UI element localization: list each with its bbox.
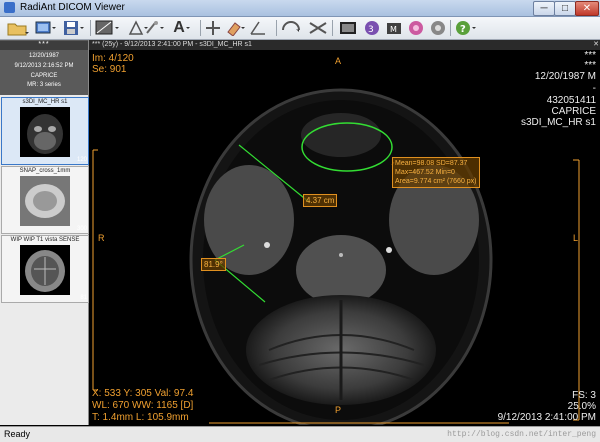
- series-count: 120: [76, 157, 87, 163]
- crosshair-icon[interactable]: [204, 19, 222, 37]
- frame-info: FS: 3: [572, 390, 596, 401]
- series-number: Se: 901: [92, 64, 127, 75]
- study-panel[interactable]: *** 12/20/1987 9/12/2013 2:16:52 PM CAPR…: [0, 40, 88, 95]
- series-label: WIP WIP T1 vista SENSE: [10, 237, 80, 243]
- title-bar: RadiAnt DICOM Viewer ─ □ ✕: [0, 0, 600, 17]
- patient-id: 432051411: [546, 95, 596, 106]
- mip-icon[interactable]: M: [384, 19, 404, 37]
- volume-icon[interactable]: [406, 19, 426, 37]
- roi-area: Area=9.774 cm² (7660 px): [395, 178, 477, 185]
- series-thumbnail: [20, 107, 70, 157]
- study-modality: MR: 3 series: [27, 82, 61, 88]
- toolbar: A 3 M ?: [0, 17, 600, 40]
- zoom-level: 25.0%: [567, 401, 596, 412]
- series-item[interactable]: SNAP_cross_1mm 300: [1, 166, 89, 234]
- window-level: WL: 670 WW: 1165 [D]: [92, 400, 194, 411]
- series-item[interactable]: WIP WIP T1 vista SENSE 81: [1, 235, 89, 303]
- series-label: s3DI_MC_HR s1: [22, 99, 68, 105]
- roi-mean: Mean=98.08 SD=87.37: [395, 160, 468, 167]
- series-count: 300: [76, 226, 87, 232]
- mri-image[interactable]: [89, 50, 600, 425]
- orientation-top: A: [335, 56, 342, 66]
- app-icon: [4, 2, 15, 13]
- study-header: ***: [0, 41, 88, 50]
- series-description: s3DI_MC_HR s1: [520, 117, 596, 128]
- display-layout-icon[interactable]: [34, 19, 58, 37]
- study-datetime: 9/12/2013 2:16:52 PM: [14, 63, 74, 69]
- text-annotation-label: A: [173, 19, 185, 36]
- viewer-header-text: *** (25y) - 9/12/2013 2:41:00 PM - s3DI_…: [92, 41, 252, 48]
- distance-label[interactable]: 4.37 cm: [303, 194, 338, 207]
- orientation-right: L: [573, 233, 579, 243]
- series-thumbnail: [20, 245, 70, 295]
- angle-label[interactable]: 81.9°: [201, 258, 226, 271]
- patient-stars-2: ***: [584, 60, 596, 71]
- text-annotation-icon[interactable]: A: [170, 19, 196, 37]
- slice-thickness: T: 1.4mm L: 105.9mm: [92, 412, 189, 423]
- series-count: 81: [80, 295, 87, 301]
- series-thumbnail: [20, 176, 70, 226]
- study-name: CAPRICE: [30, 73, 58, 79]
- roi-max: Max=467.52 Min=0: [395, 169, 455, 176]
- viewer-close-icon[interactable]: ✕: [593, 40, 599, 50]
- open-folder-icon[interactable]: [6, 19, 30, 37]
- study-birth-date: 12/20/1987: [28, 53, 60, 59]
- svg-text:M: M: [390, 25, 397, 34]
- image-number: Im: 4/120: [92, 53, 134, 64]
- minimize-button[interactable]: ─: [533, 1, 555, 16]
- orientation-left: R: [98, 233, 105, 243]
- grid-icon[interactable]: [306, 19, 330, 37]
- series-label: SNAP_cross_1mm: [19, 168, 71, 174]
- patient-birth: 12/20/1987 M: [534, 71, 596, 82]
- rotate-icon[interactable]: 3: [362, 19, 382, 37]
- close-button[interactable]: ✕: [575, 1, 599, 16]
- maximize-button[interactable]: □: [554, 1, 576, 16]
- flip-icon[interactable]: [280, 19, 304, 37]
- acquisition-datetime: 9/12/2013 2:41:00 PM: [497, 412, 596, 423]
- roi-stats[interactable]: Mean=98.08 SD=87.37 Max=467.52 Min=0 Are…: [392, 157, 480, 188]
- angle-icon[interactable]: [248, 19, 270, 37]
- watermark: http://blog.csdn.net/inter_peng: [447, 430, 596, 439]
- 3d-icon[interactable]: [336, 19, 360, 37]
- status-text: Ready: [4, 429, 31, 439]
- help-icon[interactable]: ?: [454, 19, 478, 37]
- settings-icon[interactable]: [428, 19, 448, 37]
- svg-text:?: ?: [460, 24, 466, 35]
- svg-text:3: 3: [368, 25, 374, 35]
- status-bar: Ready http://blog.csdn.net/inter_peng: [0, 426, 600, 442]
- patient-dash: -: [592, 83, 596, 94]
- series-item[interactable]: s3DI_MC_HR s1 120: [1, 97, 89, 165]
- save-icon[interactable]: [62, 19, 86, 37]
- zoom-icon[interactable]: [142, 19, 166, 37]
- orientation-bottom: P: [335, 405, 342, 415]
- image-viewer[interactable]: *** (25y) - 9/12/2013 2:41:00 PM - s3DI_…: [89, 40, 600, 425]
- cursor-readout: X: 533 Y: 305 Val: 97.4: [92, 388, 194, 399]
- study-sidebar: *** 12/20/1987 9/12/2013 2:16:52 PM CAPR…: [0, 40, 89, 425]
- adjust-icon[interactable]: [94, 19, 122, 37]
- viewer-header: *** (25y) - 9/12/2013 2:41:00 PM - s3DI_…: [89, 40, 600, 50]
- window-title: RadiAnt DICOM Viewer: [20, 2, 125, 13]
- eraser-icon[interactable]: [224, 19, 246, 37]
- study-description: CAPRICE: [551, 106, 596, 117]
